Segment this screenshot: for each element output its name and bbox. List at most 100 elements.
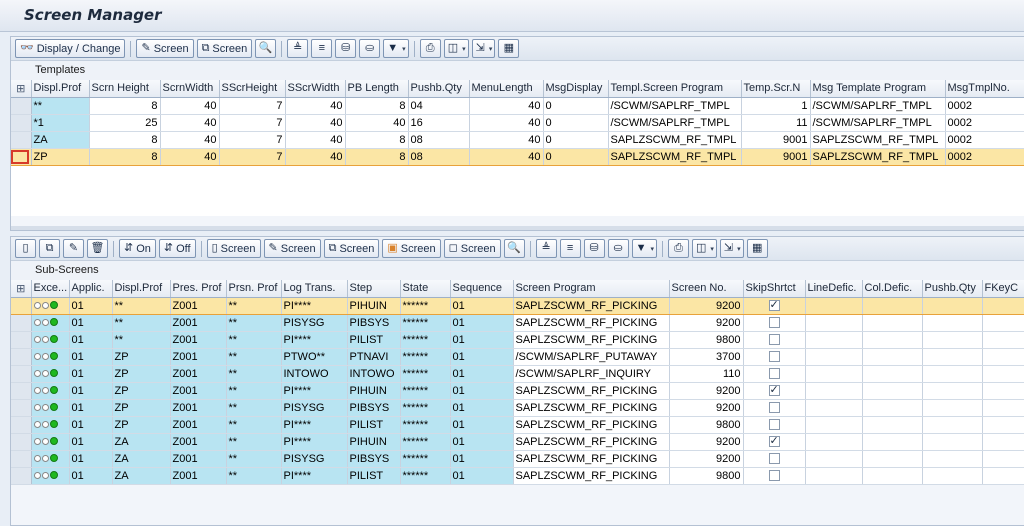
table-cell[interactable]: [862, 450, 923, 468]
column-header[interactable]: LineDefic.: [805, 280, 863, 298]
table-cell[interactable]: [982, 365, 1024, 383]
table-cell[interactable]: ******: [400, 433, 451, 451]
row-selector[interactable]: [11, 97, 32, 115]
table-cell[interactable]: 01: [450, 433, 514, 451]
table-cell[interactable]: 01: [69, 348, 113, 366]
details-button[interactable]: 🔍: [503, 239, 525, 258]
table-cell[interactable]: 01: [69, 314, 113, 332]
table-cell[interactable]: 0002: [945, 131, 1024, 149]
layout-button[interactable]: ▦: [746, 239, 768, 258]
table-cell[interactable]: 01: [69, 450, 113, 468]
table-cell[interactable]: 1: [741, 97, 811, 115]
export-button[interactable]: ⇲ ▾: [719, 239, 744, 258]
skip-shortcut-checkbox[interactable]: [768, 383, 780, 397]
skip-shortcut-checkbox[interactable]: [768, 470, 780, 482]
table-cell[interactable]: PIBSYS: [347, 399, 401, 417]
select-all-icon[interactable]: ⊞: [11, 80, 32, 98]
table-cell[interactable]: PI****: [281, 382, 348, 400]
table-cell[interactable]: [922, 314, 983, 332]
display-change-button[interactable]: 👓 Display / Change: [15, 39, 126, 58]
table-cell[interactable]: ZA: [31, 131, 90, 149]
table-cell[interactable]: Z001: [170, 382, 227, 400]
table-cell[interactable]: [862, 296, 923, 315]
table-cell[interactable]: SAPLZSCWM_RF_PICKING: [513, 450, 670, 468]
find-next-button[interactable]: ⛀: [359, 39, 381, 58]
change-screen-button[interactable]: ✎ Screen: [136, 39, 194, 58]
table-cell[interactable]: PTNAVI: [347, 348, 401, 366]
column-header[interactable]: State: [400, 280, 451, 298]
skip-shortcut-checkbox[interactable]: [768, 453, 780, 465]
table-cell[interactable]: ******: [400, 399, 451, 417]
table-cell[interactable]: **: [226, 296, 282, 315]
skip-shortcut-checkbox[interactable]: [768, 419, 780, 431]
table-cell[interactable]: /SCWM/SAPLRF_PUTAWAY: [513, 348, 670, 366]
table-row[interactable]: ZA 8 40 7 40 8 08 40 0 SAPLZSCWM_RF_TMPL 9001 SAPLZ…: [11, 131, 1024, 149]
table-cell[interactable]: 7: [219, 131, 286, 149]
sort-descending-button[interactable]: ≡: [559, 239, 581, 258]
table-cell[interactable]: Z001: [170, 348, 227, 366]
table-cell[interactable]: SAPLZSCWM_RF_TMPL: [608, 131, 742, 149]
table-cell[interactable]: **: [226, 467, 282, 485]
table-cell[interactable]: PIHUIN: [347, 296, 401, 315]
column-header[interactable]: Sequence: [450, 280, 514, 298]
table-cell[interactable]: PIHUIN: [347, 382, 401, 400]
table-cell[interactable]: Z001: [170, 433, 227, 451]
table-cell[interactable]: 16: [408, 114, 470, 132]
table-cell[interactable]: PI****: [281, 416, 348, 434]
row-selector[interactable]: [11, 399, 32, 417]
column-header[interactable]: Prsn. Prof: [226, 280, 282, 298]
table-cell[interactable]: ZP: [112, 399, 171, 417]
table-cell[interactable]: 7: [219, 97, 286, 115]
copy-screen-button[interactable]: ⧉ Screen: [196, 39, 253, 58]
table-cell[interactable]: **: [226, 450, 282, 468]
column-header[interactable]: ScrnWidth: [160, 80, 220, 98]
skip-shortcut-checkbox[interactable]: [768, 368, 780, 380]
print-button[interactable]: ⎙: [668, 239, 689, 258]
table-cell[interactable]: 04: [408, 97, 470, 115]
table-cell[interactable]: 8: [89, 147, 161, 166]
sort-descending-button[interactable]: ≡: [311, 39, 333, 58]
table-cell[interactable]: [862, 314, 923, 332]
table-cell[interactable]: 40: [285, 114, 346, 132]
table-cell[interactable]: [805, 416, 863, 434]
table-cell[interactable]: [805, 399, 863, 417]
row-selector[interactable]: [11, 450, 32, 468]
skip-shortcut-checkbox[interactable]: [768, 402, 780, 414]
row-selector[interactable]: [11, 382, 32, 400]
table-cell[interactable]: 01: [69, 433, 113, 451]
table-cell[interactable]: PIHUIN: [347, 433, 401, 451]
table-cell[interactable]: ZA: [112, 467, 171, 485]
table-cell[interactable]: 01: [69, 467, 113, 485]
table-cell[interactable]: Z001: [170, 314, 227, 332]
table-cell[interactable]: 0002: [945, 114, 1024, 132]
row-selector[interactable]: [11, 331, 32, 349]
table-cell[interactable]: ******: [400, 331, 451, 349]
table-cell[interactable]: ZP: [112, 348, 171, 366]
export-button[interactable]: ⇲ ▾: [471, 39, 496, 58]
table-cell[interactable]: 9001: [741, 147, 811, 166]
table-row[interactable]: 01 ZP Z001 ** PTWO** PTNAVI ****** 01/SCWM/SAPL…: [11, 348, 1024, 366]
table-cell[interactable]: ******: [400, 467, 451, 485]
table-cell[interactable]: /SCWM/SAPLRF_TMPL: [810, 114, 946, 132]
table-cell[interactable]: [805, 331, 863, 349]
table-row[interactable]: 01 ZP Z001 ** PI**** PIHUIN ****** 01 SAPLZSCWM_…: [11, 382, 1024, 400]
table-cell[interactable]: SAPLZSCWM_RF_PICKING: [513, 433, 670, 451]
table-cell[interactable]: SAPLZSCWM_RF_PICKING: [513, 399, 670, 417]
table-cell[interactable]: [982, 450, 1024, 468]
table-cell[interactable]: [805, 450, 863, 468]
table-cell[interactable]: [982, 331, 1024, 349]
sort-ascending-button[interactable]: ≜: [535, 239, 557, 258]
column-header[interactable]: Pres. Prof: [170, 280, 227, 298]
table-cell[interactable]: 40: [160, 97, 220, 115]
table-cell[interactable]: 0: [543, 147, 609, 166]
table-row[interactable]: 01 ZP Z001 ** INTOWO INTOWO ****** 01/SCWM/SAPL…: [11, 365, 1024, 383]
table-cell[interactable]: Z001: [170, 331, 227, 349]
table-cell[interactable]: PI****: [281, 467, 348, 485]
table-cell[interactable]: 01: [450, 399, 514, 417]
table-cell[interactable]: 01: [450, 382, 514, 400]
on-button[interactable]: ⇵ On: [119, 239, 156, 258]
table-cell[interactable]: [805, 314, 863, 332]
change-screen-button[interactable]: ✎ Screen: [263, 239, 321, 258]
table-row[interactable]: 01 ZP Z001 ** PISYSG PIBSYS ****** 01 SAPLZSCWM_…: [11, 399, 1024, 417]
column-header[interactable]: Col.Defic.: [862, 280, 923, 298]
